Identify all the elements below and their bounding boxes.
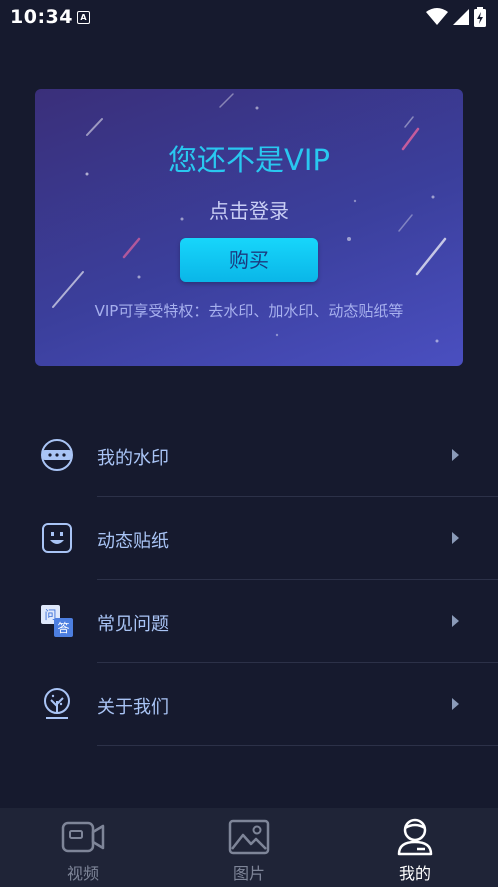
login-link[interactable]: 点击登录: [35, 195, 463, 224]
chevron-right-icon: [452, 615, 459, 627]
status-time: 10:34: [10, 6, 73, 28]
chevron-right-icon: [452, 449, 459, 461]
starfield-decoration: [52, 93, 447, 343]
profile-icon: [397, 818, 433, 856]
menu-label-my-watermark: 我的水印: [97, 448, 169, 469]
video-camera-icon: [61, 821, 105, 853]
menu-label-faq: 常见问题: [97, 614, 169, 635]
status-bar: 10:34 A: [0, 0, 498, 34]
tab-video[interactable]: 视频: [0, 808, 166, 887]
vip-status-title: 您还不是VIP: [168, 143, 330, 177]
wifi-icon: [426, 8, 448, 25]
battery-icon: [474, 7, 486, 27]
status-icons: [426, 7, 486, 27]
menu-item-my-watermark[interactable]: 我的水印: [0, 414, 498, 497]
settings-menu: 我的水印 动态贴纸 问 答 常见问题 关于我们: [0, 414, 498, 746]
menu-label-dynamic-stickers: 动态贴纸: [97, 531, 169, 552]
smiley-sticker-icon: [42, 523, 72, 553]
tab-image[interactable]: 图片: [166, 808, 332, 887]
divider: [97, 745, 498, 746]
notification-icon: A: [77, 11, 90, 24]
chevron-right-icon: [452, 698, 459, 710]
svg-text:答: 答: [57, 620, 69, 635]
menu-label-about-us: 关于我们: [97, 697, 169, 718]
vip-perks-text: VIP可享受特权：去水印、加水印、动态贴纸等: [94, 302, 404, 320]
vip-card: 您还不是VIP 点击登录 购买 VIP可享受特权：去水印、加水印、动态贴纸等: [35, 89, 463, 366]
menu-item-dynamic-stickers[interactable]: 动态贴纸: [0, 497, 498, 580]
tab-profile[interactable]: 我的: [332, 808, 498, 887]
watermark-badge-icon: [41, 439, 73, 471]
image-icon: [228, 819, 270, 855]
buy-button[interactable]: 购买: [180, 238, 318, 282]
faq-icon: 问 答: [41, 605, 73, 637]
chevron-right-icon: [452, 532, 459, 544]
menu-item-about-us[interactable]: 关于我们: [0, 663, 498, 746]
tree-icon: [44, 688, 70, 719]
bottom-nav: 视频 图片 我的: [0, 808, 498, 887]
tab-label-image: 图片: [232, 864, 265, 883]
tab-label-profile: 我的: [398, 864, 431, 883]
signal-icon: [453, 9, 469, 25]
tab-label-video: 视频: [66, 864, 99, 883]
menu-item-faq[interactable]: 问 答 常见问题: [0, 580, 498, 663]
